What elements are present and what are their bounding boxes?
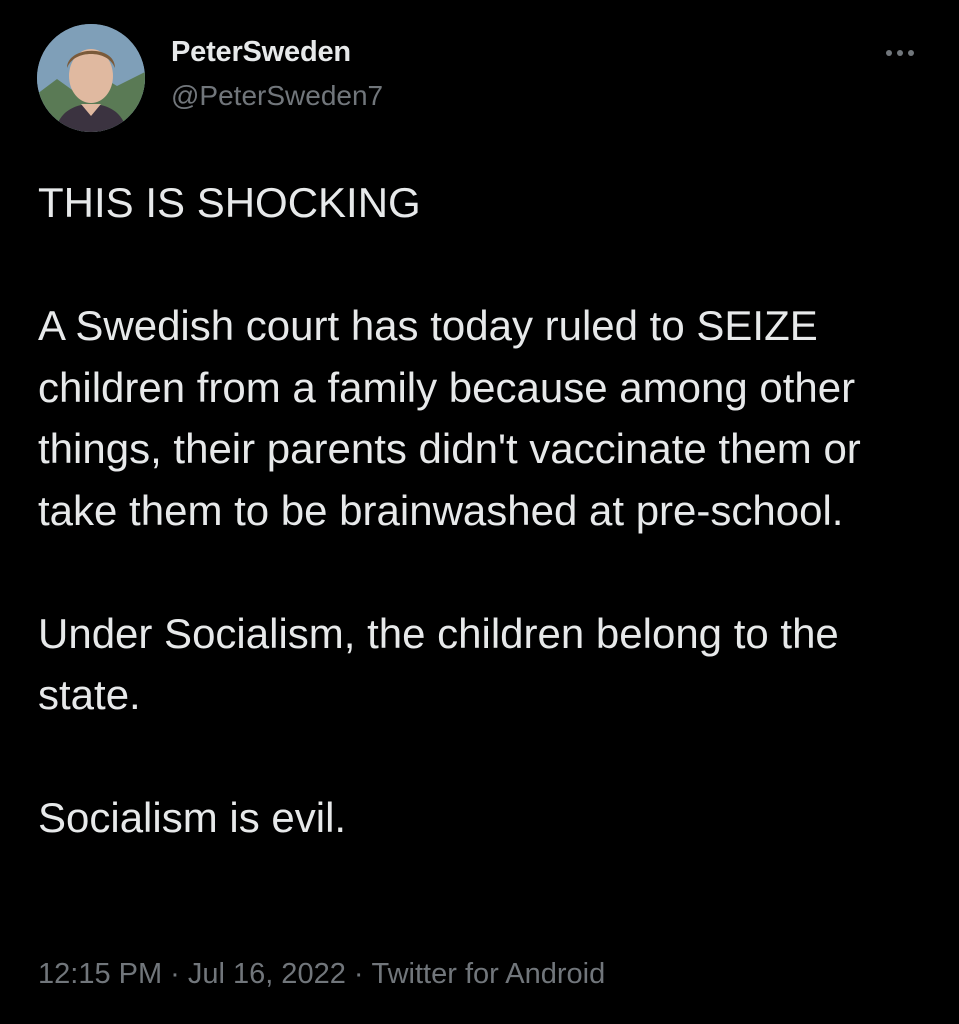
handle[interactable]: @PeterSweden7 — [171, 80, 383, 112]
tweet-text: THIS IS SHOCKING A Swedish court has tod… — [38, 172, 928, 849]
more-options-button[interactable] — [876, 38, 924, 68]
more-horizontal-icon — [886, 50, 892, 56]
avatar-photo — [37, 24, 145, 132]
separator: · — [170, 958, 180, 990]
tweet-date[interactable]: Jul 16, 2022 — [188, 958, 346, 990]
tweet: PeterSweden @PeterSweden7 THIS IS SHOCKI… — [0, 0, 959, 1024]
tweet-time[interactable]: 12:15 PM — [38, 958, 162, 990]
avatar[interactable] — [37, 24, 145, 132]
tweet-source[interactable]: Twitter for Android — [372, 958, 606, 990]
display-name[interactable]: PeterSweden — [171, 36, 351, 69]
separator: · — [353, 958, 364, 990]
tweet-paragraph: Socialism is evil. — [38, 794, 347, 841]
more-horizontal-icon-dot — [897, 50, 903, 56]
tweet-paragraph: A Swedish court has today ruled to SEIZE… — [38, 302, 861, 534]
tweet-paragraph: Under Socialism, the children belong to … — [38, 609, 839, 719]
more-horizontal-icon-dot — [908, 50, 914, 56]
tweet-metadata: 12:15 PM · Jul 16, 2022 · Twitter for Androi… — [38, 958, 605, 991]
tweet-paragraph: THIS IS SHOCKING — [38, 179, 421, 226]
